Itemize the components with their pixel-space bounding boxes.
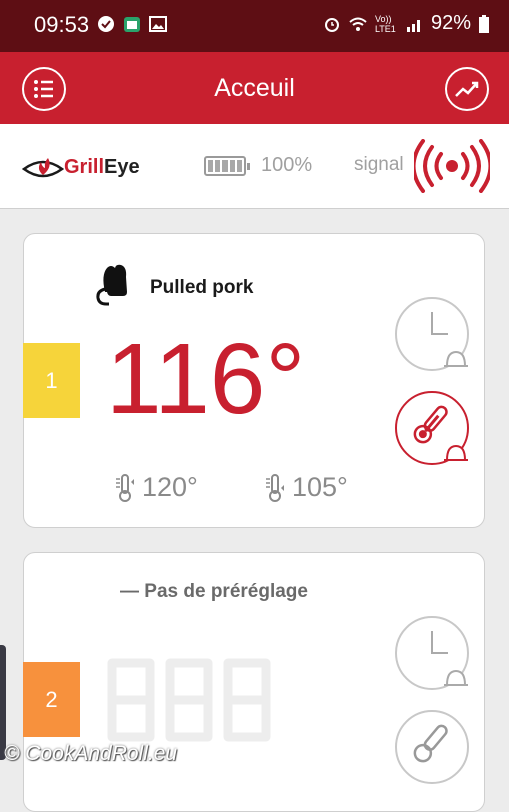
battery-percent: 92% xyxy=(430,12,471,34)
status-bar: 09:53 Vo)) LTE1 92% xyxy=(0,0,509,52)
probe-number-tab: 2 xyxy=(23,662,80,737)
probe-number: 2 xyxy=(45,686,58,712)
probe-card-2[interactable]: 2 — Pas de préréglage 888 xyxy=(23,552,485,812)
status-time: 09:53 xyxy=(34,12,90,37)
watermark: © CookAndRoll.eu xyxy=(4,742,178,765)
probe-preset-label: — Pas de préréglage xyxy=(120,581,308,602)
check-badge-icon xyxy=(98,16,114,32)
temperature-alarm-button[interactable] xyxy=(394,709,472,787)
probe-number-tab: 1 xyxy=(23,343,80,418)
thermometer-up-icon xyxy=(116,473,134,502)
page-title: Acceuil xyxy=(214,74,295,102)
app-bar: Acceuil xyxy=(0,52,509,124)
trend-chart-icon xyxy=(455,81,479,97)
status-notification-icons xyxy=(97,15,167,33)
probe-card-1[interactable]: 1 Pulled pork 116° 120° 105° xyxy=(23,233,485,528)
temperature-alarm-button[interactable] xyxy=(394,390,472,468)
logo-text-grill: Grill xyxy=(64,156,105,178)
cell-signal-icon xyxy=(406,19,420,32)
timer-alarm-button[interactable] xyxy=(394,296,472,374)
gallery-icon xyxy=(149,16,167,32)
target-low-value: 105° xyxy=(292,472,348,503)
timer-alarm-button[interactable] xyxy=(394,615,472,693)
probe-number: 1 xyxy=(45,367,58,393)
logo-text-eye: Eye xyxy=(104,156,140,178)
status-right: Vo)) LTE1 92% xyxy=(323,12,489,35)
oven-mitt-icon xyxy=(96,264,127,306)
target-high-value: 120° xyxy=(142,472,198,503)
device-battery-percent: 100% xyxy=(261,154,313,176)
current-temperature: 116° xyxy=(106,323,306,435)
device-battery-icon xyxy=(204,156,250,176)
empty-temperature-display xyxy=(107,658,271,742)
alarm-icon xyxy=(324,17,339,32)
signal-label: signal xyxy=(354,154,404,175)
calendar-icon xyxy=(124,17,140,32)
probe-name: Pulled pork xyxy=(150,277,254,298)
chart-button[interactable] xyxy=(445,67,489,111)
target-high: 120° xyxy=(114,471,198,503)
target-low: 105° xyxy=(264,471,348,503)
flame-eye-icon xyxy=(22,158,64,178)
network-label: Vo)) LTE1 xyxy=(374,13,396,34)
battery-icon xyxy=(479,14,489,33)
wifi-icon xyxy=(349,17,367,31)
broadcast-signal-icon xyxy=(414,139,490,193)
grilleye-logo: Grill Eye xyxy=(22,147,152,187)
thermometer-down-icon xyxy=(266,473,284,502)
